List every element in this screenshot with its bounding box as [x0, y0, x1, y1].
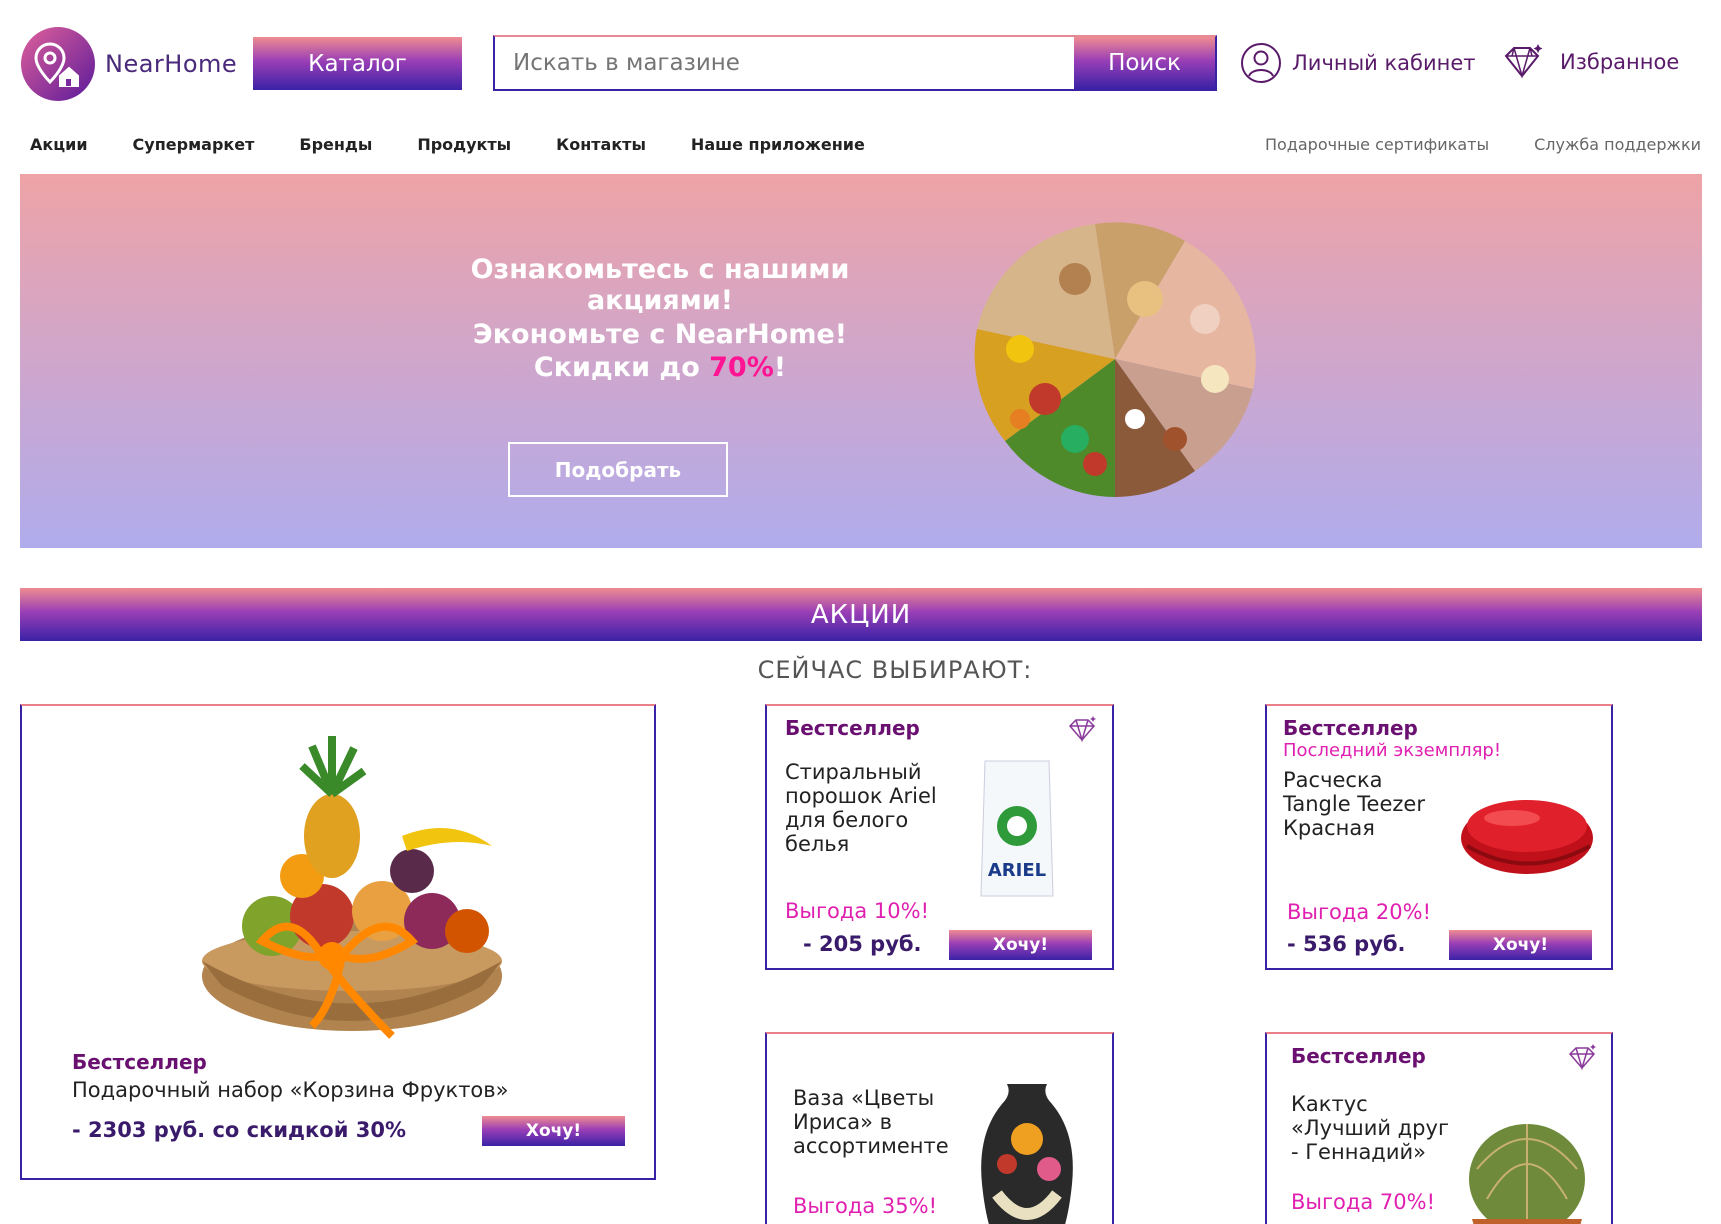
nav-item-supermarket[interactable]: Супермаркет [133, 135, 255, 154]
secondary-nav: Подарочные сертификаты Служба поддержки [1220, 135, 1701, 154]
product-name: Стиральный порошок Ariel для белого бель… [785, 760, 937, 856]
nav-item-contacts[interactable]: Контакты [556, 135, 646, 154]
product-name: Ваза «Цветы Ириса» в ассортименте [793, 1086, 949, 1158]
favorite-diamond-icon[interactable] [1567, 1044, 1597, 1072]
favorites-link[interactable]: Избранное [1500, 42, 1679, 82]
product-benefit: Выгода 70%! [1291, 1190, 1436, 1214]
search-button[interactable]: Поиск [1074, 37, 1215, 89]
product-card-cactus[interactable]: Бестселлер Кактус «Лучший друг - Геннади… [1265, 1032, 1613, 1224]
favorite-diamond-icon[interactable] [1067, 716, 1097, 744]
card-badge: Бестселлер [1291, 1044, 1426, 1068]
section-title-bar: АКЦИИ [20, 588, 1702, 641]
product-name: Кактус «Лучший друг - Геннадий» [1291, 1092, 1449, 1164]
section-subtitle: СЕЙЧАС ВЫБИРАЮТ: [757, 656, 1033, 684]
want-button[interactable]: Хочу! [1449, 930, 1592, 960]
favorites-label: Избранное [1560, 50, 1680, 74]
user-icon [1241, 43, 1281, 83]
want-button[interactable]: Хочу! [949, 930, 1092, 960]
catalog-button[interactable]: Каталог [253, 37, 462, 90]
nearhome-logo-icon[interactable] [20, 26, 96, 102]
banner-subheadline: Экономьте с NearHome! [472, 319, 848, 350]
nav-item-support[interactable]: Служба поддержки [1534, 135, 1701, 154]
logo-text[interactable]: NearHome [105, 50, 237, 78]
fruit-basket-image [202, 736, 502, 1039]
product-name: Расческа Tangle Teezer Красная [1283, 768, 1425, 840]
banner-discount-text: Скидки до 70%! [533, 352, 787, 383]
search-bar: Поиск [493, 35, 1217, 91]
product-benefit: Выгода 20%! [1287, 900, 1432, 924]
card-badge: Бестселлер [1283, 716, 1418, 740]
promo-banner: Ознакомьтесь с нашими акциями! Экономьте… [20, 174, 1702, 548]
nav-item-app[interactable]: Наше приложение [691, 135, 865, 154]
vase-image [981, 1084, 1073, 1224]
ariel-package-image: ARIEL [980, 760, 1054, 897]
main-nav: Акции Супермаркет Бренды Продукты Контак… [30, 135, 910, 154]
banner-headline: Ознакомьтесь с нашими акциями! [470, 254, 850, 316]
product-price: - 205 руб. [803, 932, 922, 956]
last-item-note: Последний экземпляр! [1283, 740, 1502, 761]
hairbrush-image [1461, 800, 1593, 874]
pick-button[interactable]: Подобрать [508, 442, 728, 497]
product-benefit: Выгода 10%! [785, 899, 930, 923]
card-badge: Бестселлер [785, 716, 920, 740]
product-card-vase[interactable]: Ваза «Цветы Ириса» в ассортименте Выгода… [765, 1032, 1114, 1224]
nav-item-products[interactable]: Продукты [417, 135, 511, 154]
nav-item-promotions[interactable]: Акции [30, 135, 88, 154]
product-benefit: Выгода 35%! [793, 1194, 938, 1218]
diamond-icon [1504, 44, 1543, 79]
product-card-hairbrush[interactable]: Бестселлер Последний экземпляр! Расческа… [1265, 704, 1613, 970]
nav-item-brands[interactable]: Бренды [299, 135, 372, 154]
food-circle-image [974, 222, 1256, 497]
cactus-image [1469, 1124, 1585, 1224]
product-price: - 2303 руб. со скидкой 30% [72, 1118, 406, 1142]
svg-text:ARIEL: ARIEL [988, 860, 1046, 881]
product-card-ariel[interactable]: Бестселлер Стиральный порошок Ariel для … [765, 704, 1114, 970]
product-price: - 536 руб. [1287, 932, 1406, 956]
product-name: Подарочный набор «Корзина Фруктов» [72, 1078, 509, 1102]
want-button[interactable]: Хочу! [482, 1116, 625, 1146]
product-card-fruit-basket[interactable]: Бестселлер Подарочный набор «Корзина Фру… [20, 704, 656, 1180]
search-input[interactable] [495, 37, 1074, 89]
discount-highlight: 70% [709, 352, 774, 383]
account-link[interactable]: Личный кабинет [1240, 42, 1476, 84]
card-badge: Бестселлер [72, 1050, 207, 1074]
account-label: Личный кабинет [1292, 51, 1476, 75]
nav-item-gift-certificates[interactable]: Подарочные сертификаты [1265, 135, 1489, 154]
